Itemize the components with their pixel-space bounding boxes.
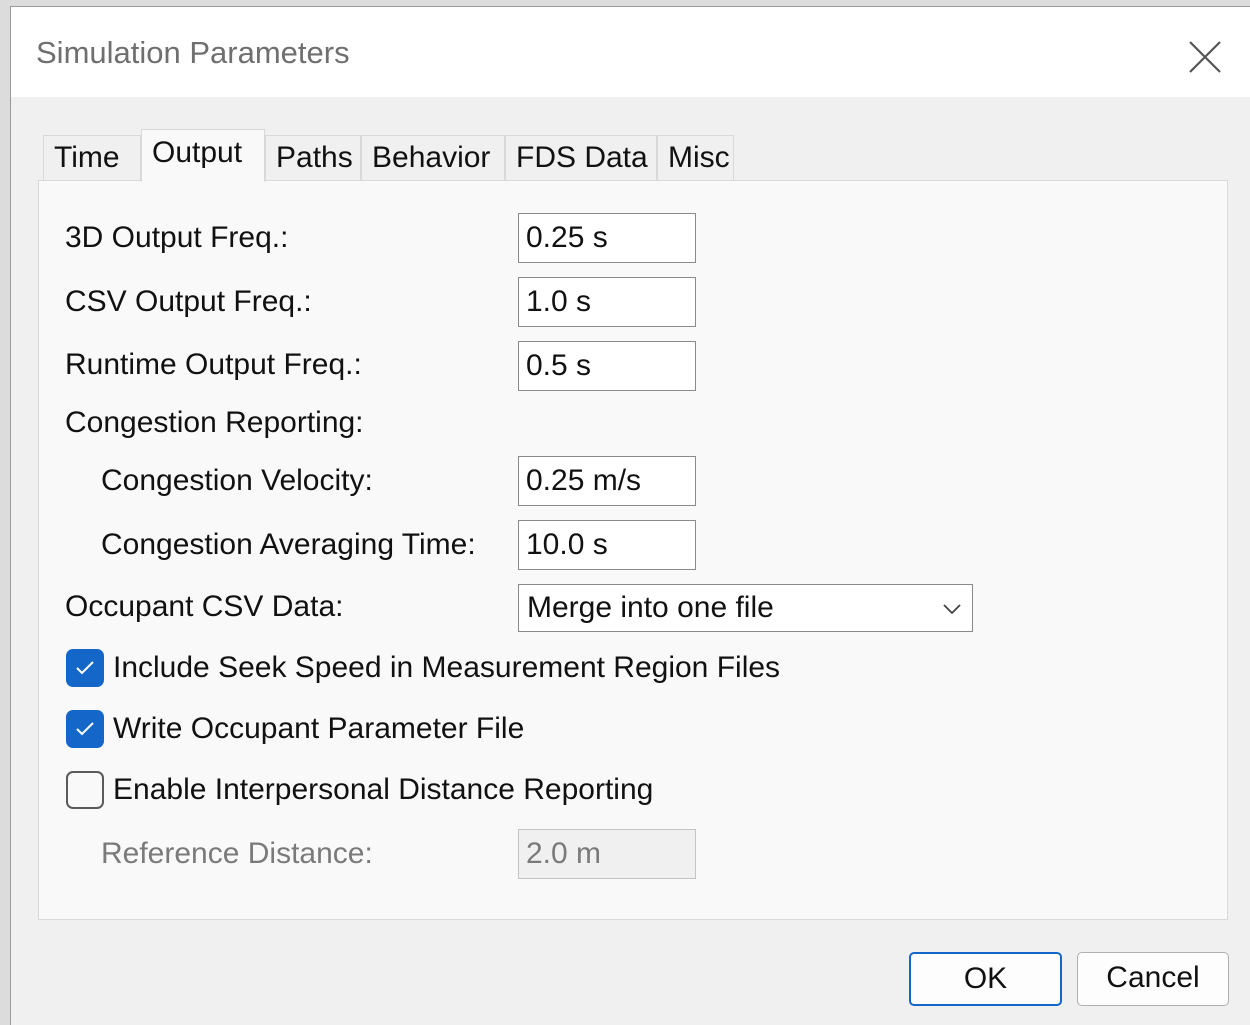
close-button[interactable] xyxy=(1181,33,1229,81)
congestion-reporting-heading: Congestion Reporting: xyxy=(65,406,364,439)
dialog-window: Simulation Parameters Time Output Paths … xyxy=(10,6,1250,1025)
dialog-title: Simulation Parameters xyxy=(36,35,350,70)
occupant-csv-data-label: Occupant CSV Data: xyxy=(65,590,344,623)
seek-speed-checkbox[interactable] xyxy=(66,649,104,687)
occupant-parameter-file-checkbox[interactable] xyxy=(66,710,104,748)
title-bar: Simulation Parameters xyxy=(11,7,1250,97)
tab-paths[interactable]: Paths xyxy=(265,135,361,181)
csv-output-freq-input[interactable]: 1.0 s xyxy=(518,277,696,327)
congestion-velocity-label: Congestion Velocity: xyxy=(101,464,373,497)
seek-speed-checkbox-row[interactable]: Include Seek Speed in Measurement Region… xyxy=(66,648,826,688)
ok-button[interactable]: OK xyxy=(909,952,1062,1006)
occupant-csv-data-selected: Merge into one file xyxy=(527,591,774,624)
output-tab-panel: 3D Output Freq.: 0.25 s CSV Output Freq.… xyxy=(38,180,1228,920)
tab-output[interactable]: Output xyxy=(141,129,265,182)
checkmark-icon xyxy=(76,722,94,736)
checkmark-icon xyxy=(76,661,94,675)
tab-behavior[interactable]: Behavior xyxy=(361,135,505,181)
runtime-output-freq-label: Runtime Output Freq.: xyxy=(65,348,362,381)
congestion-averaging-time-input[interactable]: 10.0 s xyxy=(518,520,696,570)
occupant-parameter-file-checkbox-label: Write Occupant Parameter File xyxy=(113,712,525,745)
close-icon xyxy=(1189,41,1221,73)
reference-distance-label: Reference Distance: xyxy=(101,837,373,870)
reference-distance-input: 2.0 m xyxy=(518,829,696,879)
cancel-button[interactable]: Cancel xyxy=(1077,952,1229,1006)
interpersonal-distance-checkbox[interactable] xyxy=(66,771,104,809)
tab-misc[interactable]: Misc xyxy=(657,135,734,181)
congestion-velocity-input[interactable]: 0.25 m/s xyxy=(518,456,696,506)
seek-speed-checkbox-label: Include Seek Speed in Measurement Region… xyxy=(113,651,781,684)
interpersonal-distance-checkbox-label: Enable Interpersonal Distance Reporting xyxy=(113,773,654,806)
3d-output-freq-label: 3D Output Freq.: xyxy=(65,221,289,254)
3d-output-freq-input[interactable]: 0.25 s xyxy=(518,213,696,263)
occupant-csv-data-dropdown[interactable]: Merge into one file xyxy=(518,584,973,632)
congestion-averaging-time-label: Congestion Averaging Time: xyxy=(101,528,476,561)
interpersonal-distance-checkbox-row[interactable]: Enable Interpersonal Distance Reporting xyxy=(66,770,706,810)
occupant-parameter-file-checkbox-row[interactable]: Write Occupant Parameter File xyxy=(66,709,566,749)
csv-output-freq-label: CSV Output Freq.: xyxy=(65,285,312,318)
tab-fds-data[interactable]: FDS Data xyxy=(505,135,657,181)
runtime-output-freq-input[interactable]: 0.5 s xyxy=(518,341,696,391)
tab-time[interactable]: Time xyxy=(43,135,141,181)
chevron-down-icon xyxy=(943,604,961,615)
